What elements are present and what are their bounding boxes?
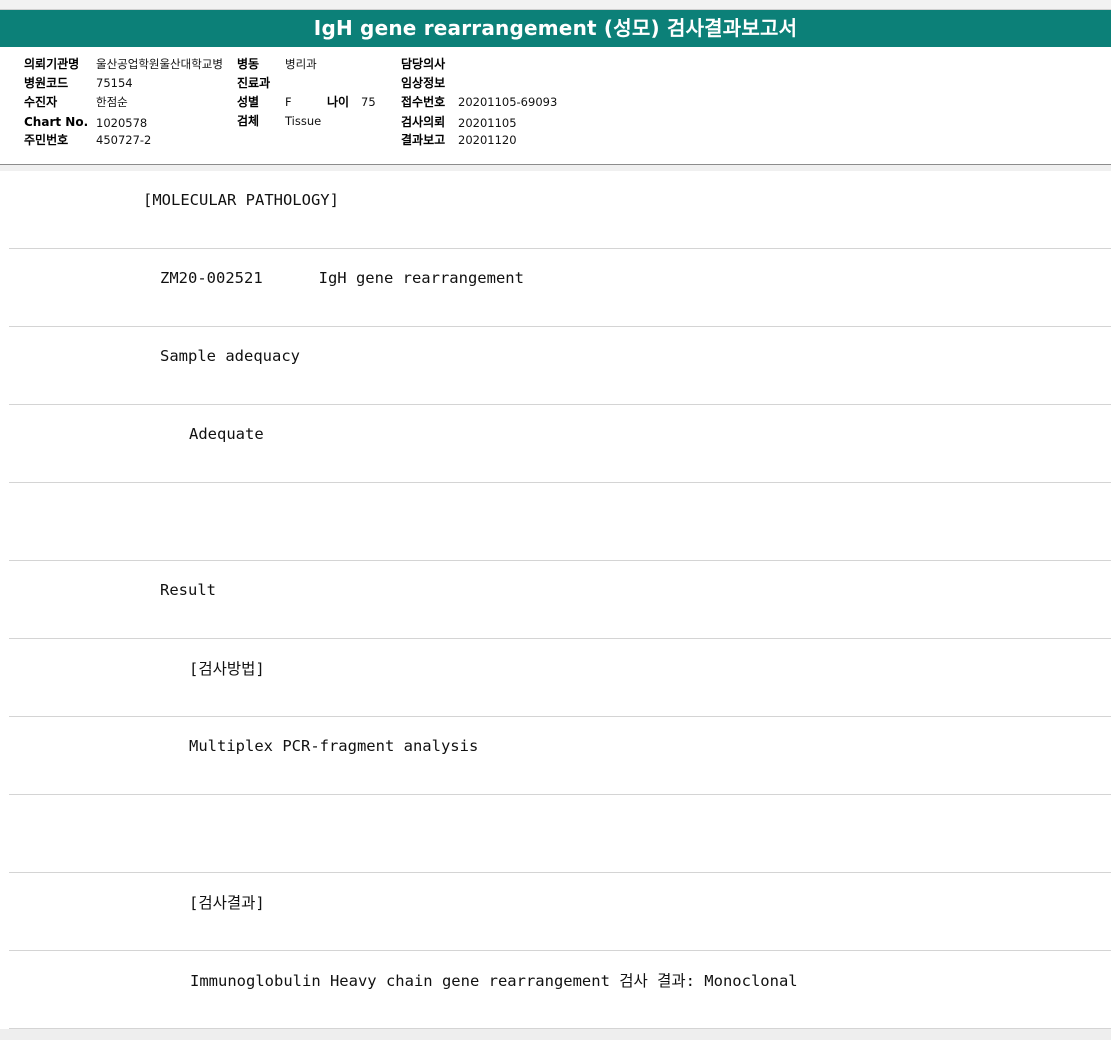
receipt-value: 20201105-69093 bbox=[458, 95, 558, 109]
bottom-band bbox=[0, 1029, 1111, 1040]
report-line bbox=[9, 795, 1111, 873]
report-line: Immunoglobulin Heavy chain gene rearrang… bbox=[9, 951, 1111, 1029]
chart-no-label: Chart No. bbox=[24, 115, 89, 129]
patient-value: 한점순 bbox=[96, 95, 128, 109]
chart-no-value: 1020578 bbox=[96, 116, 148, 130]
hospital-code-value: 75154 bbox=[96, 76, 133, 90]
hospital-code-label: 병원코드 bbox=[24, 76, 69, 90]
age-value: 75 bbox=[361, 95, 376, 109]
report-line: ZM20-002521 IgH gene rearrangement bbox=[9, 249, 1111, 327]
request-label: 검사의뢰 bbox=[401, 115, 446, 129]
specimen-value: Tissue bbox=[285, 114, 322, 128]
request-value: 20201105 bbox=[458, 116, 517, 130]
result-heading: Result bbox=[160, 581, 216, 599]
ward-value: 병리과 bbox=[285, 57, 317, 71]
report-line: Sample adequacy bbox=[9, 327, 1111, 405]
report-date-label: 결과보고 bbox=[401, 133, 446, 147]
report-line bbox=[9, 483, 1111, 561]
report-title: IgH gene rearrangement (성모) 검사결과보고서 bbox=[0, 10, 1111, 47]
sample-adequacy-heading: Sample adequacy bbox=[160, 347, 300, 365]
ward-label: 병동 bbox=[237, 57, 260, 71]
id-number-label: 주민번호 bbox=[24, 133, 69, 147]
method-heading: [검사방법] bbox=[189, 660, 265, 678]
sample-adequacy-value: Adequate bbox=[189, 425, 264, 443]
method-value: Multiplex PCR-fragment analysis bbox=[189, 737, 479, 755]
patient-label: 수진자 bbox=[24, 95, 58, 109]
section-heading: [MOLECULAR PATHOLOGY] bbox=[143, 191, 339, 209]
clinical-info-label: 임상정보 bbox=[401, 76, 446, 90]
result-detail-heading: [검사결과] bbox=[189, 894, 265, 912]
report-line: [MOLECULAR PATHOLOGY] bbox=[9, 171, 1111, 249]
report-line: Result bbox=[9, 561, 1111, 639]
header-info: 의뢰기관명 울산공업학원울산대학교병 병동 병리과 담당의사 병원코드 7515… bbox=[0, 48, 1111, 165]
sex-value: F bbox=[285, 95, 292, 109]
institution-value: 울산공업학원울산대학교병 bbox=[96, 57, 223, 71]
report-body: [MOLECULAR PATHOLOGY] ZM20-002521 IgH ge… bbox=[0, 171, 1111, 1029]
test-id-line: ZM20-002521 IgH gene rearrangement bbox=[160, 269, 524, 287]
report-line: Adequate bbox=[9, 405, 1111, 483]
specimen-label: 검체 bbox=[237, 114, 260, 128]
institution-label: 의뢰기관명 bbox=[24, 57, 80, 71]
top-strip bbox=[0, 0, 1111, 10]
id-number-value: 450727-2 bbox=[96, 133, 152, 147]
department-label: 진료과 bbox=[237, 76, 271, 90]
report-line: Multiplex PCR-fragment analysis bbox=[9, 717, 1111, 795]
report-line: [검사방법] bbox=[9, 639, 1111, 717]
result-detail-value: Immunoglobulin Heavy chain gene rearrang… bbox=[190, 972, 798, 990]
report-line: [검사결과] bbox=[9, 873, 1111, 951]
doctor-label: 담당의사 bbox=[401, 57, 446, 71]
report-date-value: 20201120 bbox=[458, 133, 517, 147]
sex-label: 성별 bbox=[237, 95, 260, 109]
age-label: 나이 bbox=[327, 95, 350, 109]
receipt-label: 접수번호 bbox=[401, 95, 446, 109]
